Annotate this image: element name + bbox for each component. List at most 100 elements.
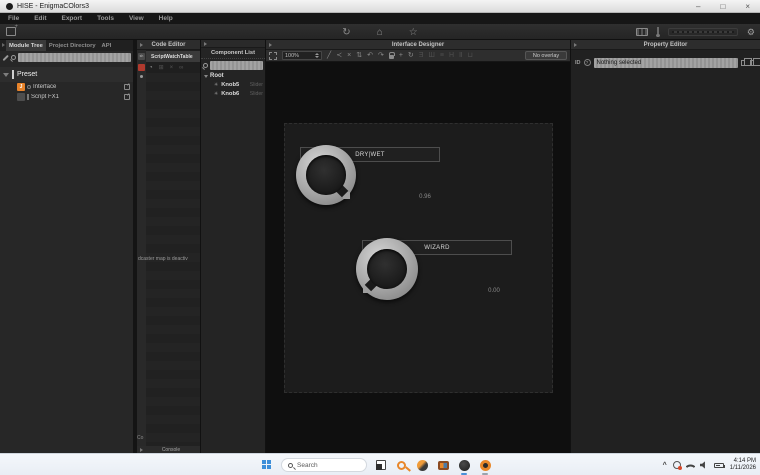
selection-status-field[interactable]: Nothing selected xyxy=(593,57,738,68)
error-icon[interactable] xyxy=(138,64,145,71)
new-layout-icon[interactable] xyxy=(6,24,18,36)
taskbar-app-hise[interactable] xyxy=(479,459,491,475)
knob-drywet[interactable] xyxy=(296,145,356,205)
wifi-icon[interactable] xyxy=(685,461,696,472)
taskbar-app-disc[interactable] xyxy=(416,459,428,471)
delete-icon[interactable]: × xyxy=(347,50,351,62)
connect-icon[interactable]: ≺ xyxy=(336,50,342,62)
menu-export[interactable]: Export xyxy=(61,15,82,22)
taskbar-search[interactable]: Search xyxy=(281,458,367,472)
gear-icon[interactable]: ⚙ xyxy=(747,27,755,38)
interface-designer-panel: Interface Designer 100% ╱ ≺ × ⇅ ↶ ↷ + ↻ … xyxy=(265,40,570,453)
link-icon[interactable]: ∞ xyxy=(179,65,183,71)
sync-alert-icon[interactable] xyxy=(672,461,682,470)
tab-project-directory[interactable]: Project Directory xyxy=(46,40,99,51)
collapse-icon[interactable] xyxy=(204,41,207,46)
module-item-script-fx[interactable]: Script FX1 xyxy=(17,92,130,102)
grid-icon[interactable]: ⊞ xyxy=(159,64,164,71)
distribute-h-icon[interactable]: H xyxy=(449,50,454,62)
redo-icon[interactable]: ↷ xyxy=(378,50,384,62)
align-top-icon[interactable]: Ш xyxy=(428,50,434,62)
zoom-select[interactable]: 100% xyxy=(282,51,322,60)
property-editor-title: Property Editor xyxy=(643,41,688,48)
add-icon[interactable]: + xyxy=(399,50,403,62)
align-left-icon[interactable]: Ǝ xyxy=(419,50,424,62)
taskbar-clock[interactable]: 4:14 PM 1/11/2026 xyxy=(730,458,756,472)
tree-root[interactable]: Root xyxy=(201,72,265,80)
tab-api[interactable]: API xyxy=(99,40,115,51)
module-item-interface[interactable]: J Interface xyxy=(17,82,130,92)
copy-icon[interactable] xyxy=(741,57,752,66)
move-icon[interactable]: ⇅ xyxy=(356,50,362,62)
chevron-down-icon[interactable] xyxy=(204,74,208,78)
clock-date: 1/11/2026 xyxy=(729,465,756,471)
taskbar: Search ^ 4:14 PM 1/11/2026 xyxy=(0,453,760,475)
refresh-icon[interactable]: ↻ xyxy=(342,27,350,38)
script-icon: J xyxy=(17,83,25,91)
taskbar-app-files[interactable] xyxy=(437,459,449,471)
align-rows-icon[interactable]: ≡ xyxy=(440,50,444,62)
preset-label: Preset xyxy=(17,71,38,78)
tab-label: ScriptWatchTable xyxy=(151,53,193,60)
script-file-icon[interactable]: sh xyxy=(138,53,145,60)
group-icon[interactable]: ⊔ xyxy=(467,50,472,62)
battery-icon[interactable] xyxy=(713,462,725,468)
distribute-v-icon[interactable]: Ⅱ xyxy=(459,50,462,62)
menu-help[interactable]: Help xyxy=(159,15,173,22)
bypass-icon[interactable] xyxy=(27,85,31,89)
volume-icon[interactable] xyxy=(699,461,705,469)
task-view-button[interactable] xyxy=(376,460,386,470)
menu-tools[interactable]: Tools xyxy=(97,15,114,22)
lock-icon[interactable] xyxy=(388,51,396,59)
component-search-input[interactable] xyxy=(210,61,263,70)
paste-icon[interactable] xyxy=(750,57,760,66)
collapse-icon[interactable] xyxy=(574,42,577,47)
stepper-icon[interactable] xyxy=(315,53,319,58)
knob-wizard[interactable] xyxy=(356,238,418,300)
help-icon[interactable]: ? xyxy=(583,59,591,66)
code-editor-header: Code Editor xyxy=(137,40,200,50)
chevron-down-icon[interactable] xyxy=(3,72,9,77)
star-icon[interactable]: ☆ xyxy=(409,27,418,38)
rotate-icon[interactable]: ↻ xyxy=(408,50,414,62)
component-row-knob6[interactable]: ✳ Knob6 Slider xyxy=(201,89,265,98)
collapse-icon[interactable] xyxy=(269,42,272,47)
tab-module-tree[interactable]: Module Tree xyxy=(6,40,46,51)
select-tool-icon[interactable] xyxy=(269,51,277,60)
component-row-knob5[interactable]: ✳ Knob5 Slider xyxy=(201,80,265,89)
dot-icon xyxy=(140,75,143,78)
tray-expand-icon[interactable]: ^ xyxy=(663,462,667,469)
preset-row[interactable]: Preset xyxy=(0,67,133,82)
designer-canvas[interactable]: DRY|WET 0.96 WIZARD 0.00 xyxy=(266,62,570,453)
popout-icon[interactable] xyxy=(124,92,130,100)
pencil-icon[interactable]: ╱ xyxy=(327,50,331,62)
close-button[interactable]: × xyxy=(745,0,750,13)
window-title: HISE - EnigmaCOlors3 xyxy=(17,2,89,10)
collapse-icon[interactable] xyxy=(2,43,5,47)
undo-icon[interactable]: ↶ xyxy=(367,50,373,62)
taskbar-app-key[interactable] xyxy=(395,459,407,471)
menu-edit[interactable]: Edit xyxy=(34,15,46,22)
menu-file[interactable]: File xyxy=(8,15,19,22)
console-header[interactable]: Console xyxy=(137,446,205,453)
minimize-button[interactable]: – xyxy=(696,0,700,13)
collapse-icon[interactable] xyxy=(140,447,143,452)
hise-window: HISE - EnigmaCOlors3 – □ × File Edit Exp… xyxy=(0,0,760,475)
module-search-input[interactable] xyxy=(18,53,131,62)
home-icon[interactable]: ⌂ xyxy=(377,27,383,38)
edit-icon[interactable] xyxy=(2,54,9,61)
collapse-icon[interactable] xyxy=(140,42,143,47)
menu-view[interactable]: View xyxy=(129,15,144,22)
maximize-button[interactable]: □ xyxy=(720,0,725,13)
editor-side-strip: sh xyxy=(137,50,146,453)
taskbar-app-dark-circle[interactable] xyxy=(458,459,470,475)
overlay-select[interactable]: No overlay xyxy=(525,51,567,60)
clock-icon[interactable]: ◔ xyxy=(149,65,153,71)
tab-script-watch-table[interactable]: ScriptWatchTable xyxy=(146,51,200,62)
popout-icon[interactable] xyxy=(124,82,130,90)
keyboard-icon[interactable] xyxy=(635,28,648,36)
clear-icon[interactable]: × xyxy=(170,65,174,71)
interface-canvas[interactable]: DRY|WET 0.96 WIZARD 0.00 xyxy=(284,123,553,393)
component-list-collapse-bar[interactable] xyxy=(201,40,265,48)
start-button[interactable] xyxy=(262,460,272,470)
